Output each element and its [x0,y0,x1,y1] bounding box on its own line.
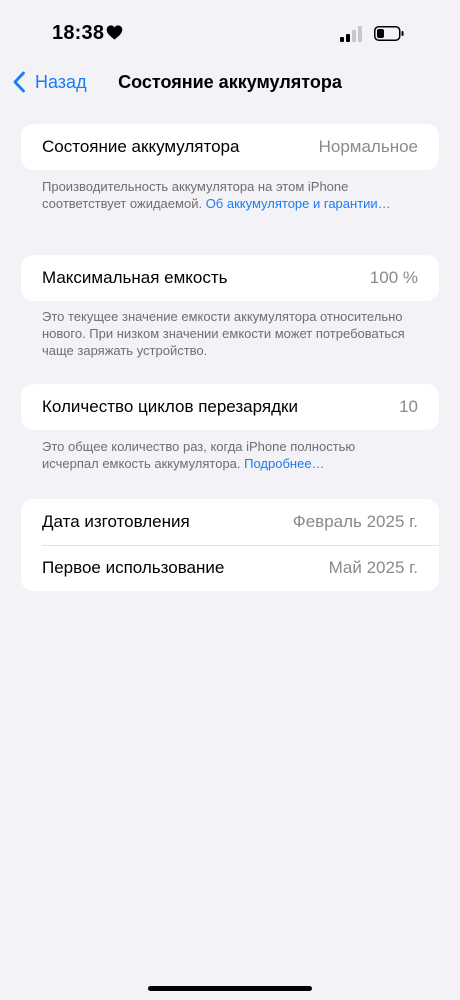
row-label: Количество циклов перезарядки [42,397,298,416]
status-bar: 18:38 [0,0,460,60]
home-indicator[interactable] [148,986,312,991]
navigation-bar: Назад Состояние аккумулятора [0,60,460,106]
row-value: 100 % [369,268,418,287]
row-label: Состояние аккумулятора [42,137,240,156]
footnote-text: Это текущее значение емкости аккумулятор… [42,309,405,358]
battery-condition-footnote: Производительность аккумулятора на этом … [42,178,412,212]
status-time: 18:38 [52,22,105,44]
row-label: Дата изготовления [42,512,190,531]
maximum-capacity-row: Максимальная емкость 100 % [21,255,439,301]
battery-condition-row: Состояние аккумулятора Нормальное [21,124,439,170]
maximum-capacity-card: Максимальная емкость 100 % [21,255,439,301]
row-label: Максимальная емкость [42,268,228,287]
learn-more-link[interactable]: Подробнее… [244,456,324,471]
battery-health-screen: 18:38 Назад Состояние аккумулятора Состо [0,0,460,1000]
row-value: Нормальное [318,137,418,156]
row-value: 10 [399,397,418,416]
row-value: Май 2025 г. [328,558,418,577]
row-label: Первое использование [42,558,225,577]
about-battery-warranty-link[interactable]: Об аккумуляторе и гаран­тии… [206,196,391,211]
first-use-row: Первое использование Май 2025 г. [21,545,439,591]
cycle-count-row: Количество циклов перезарядки 10 [21,384,439,430]
page-title: Состояние аккумулятора [118,72,342,92]
heart-icon [106,25,123,40]
maximum-capacity-footnote: Это текущее значение емкости аккумулятор… [42,308,412,359]
cycle-count-card: Количество циклов перезарядки 10 [21,384,439,430]
cellular-signal-icon [340,26,362,42]
battery-icon [374,26,404,41]
cycle-count-footnote: Это общее количество раз, когда iPhone п… [42,438,412,472]
manufacture-date-row: Дата изготовления Февраль 2025 г. [21,499,439,545]
row-value: Февраль 2025 г. [292,512,418,531]
battery-condition-card: Состояние аккумулятора Нормальное [21,124,439,170]
dates-card: Дата изготовления Февраль 2025 г. Первое… [21,499,439,591]
